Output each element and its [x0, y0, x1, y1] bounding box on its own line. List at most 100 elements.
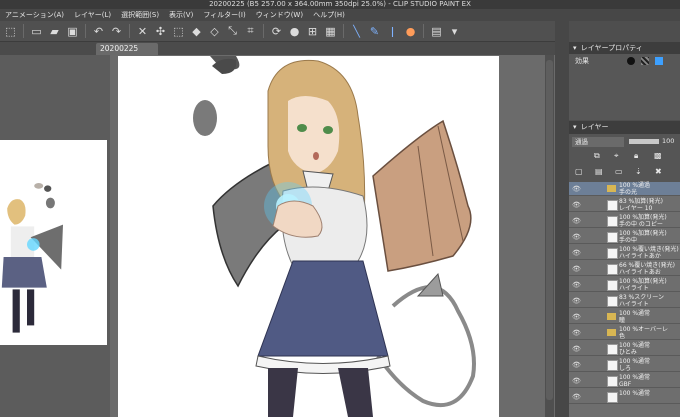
layer-folder[interactable]: 👁︎ 100 %通過 手の光: [569, 182, 680, 196]
opacity-value[interactable]: 100: [662, 137, 674, 145]
transform-icon[interactable]: ⤡: [225, 24, 240, 39]
fill-icon[interactable]: ◆: [189, 24, 204, 39]
layer-row[interactable]: 👁︎ 83 %スクリーン ハイライト: [569, 294, 680, 308]
divider: [129, 24, 130, 38]
layer-row[interactable]: 👁︎ 100 %覆い焼き(発光) ハイライトあか: [569, 246, 680, 260]
layer-folder[interactable]: 👁︎ 100 %通常 瞳: [569, 310, 680, 324]
eye-icon[interactable]: 👁︎: [572, 249, 581, 257]
border-icon[interactable]: ◇: [207, 24, 222, 39]
layer-row[interactable]: 👁︎ 100 %加算(発光) 手の中 のコピー: [569, 214, 680, 228]
layer-name: 83 %加算(発光) レイヤー 10: [619, 198, 663, 212]
eye-icon[interactable]: 👁︎: [572, 329, 581, 337]
window-title: 20200225 (B5 257.00 x 364.00mm 350dpi 25…: [0, 0, 680, 9]
eye-icon[interactable]: 👁︎: [572, 345, 581, 353]
layer-row[interactable]: 👁︎ 100 %加算(発光) 手の中: [569, 230, 680, 244]
eye-icon[interactable]: 👁︎: [572, 377, 581, 385]
eye-icon[interactable]: 👁︎: [572, 281, 581, 289]
new-file-icon[interactable]: ▭: [29, 24, 44, 39]
chevron-down-icon[interactable]: ▾: [447, 24, 462, 39]
eye-icon[interactable]: 👁︎: [572, 233, 581, 241]
crop-icon[interactable]: ⬚: [171, 24, 186, 39]
layer-row[interactable]: 👁︎ 100 %加算(発光) ハイライト: [569, 278, 680, 292]
layer-controls: 通過 100 ⧉ ⌖ 🔒︎ ▩ ▢ ▤ ▭ ⇣ ✖: [569, 134, 680, 182]
layer-name: 100 %オーバーレ 色: [619, 326, 669, 340]
clear-icon[interactable]: ✕: [135, 24, 150, 39]
new-vector-layer-icon[interactable]: ▤: [595, 167, 603, 176]
layer-name: 100 %通常: [619, 390, 651, 397]
layer-name: 100 %通常 瞳: [619, 310, 651, 324]
save-icon[interactable]: ▣: [65, 24, 80, 39]
border-effect-icon[interactable]: [627, 57, 635, 65]
layer-folder[interactable]: 👁︎ 100 %オーバーレ 色: [569, 326, 680, 340]
layer-row[interactable]: 👁︎ 83 %加算(発光) レイヤー 10: [569, 198, 680, 212]
select-all-icon[interactable]: ✣: [153, 24, 168, 39]
menu-layer[interactable]: レイヤー(L): [69, 10, 116, 20]
canvas[interactable]: [118, 56, 499, 417]
grid-icon[interactable]: ▦: [323, 24, 338, 39]
eye-icon[interactable]: 👁︎: [572, 265, 581, 273]
menu-filter[interactable]: フィルター(I): [198, 10, 250, 20]
eye-icon[interactable]: 👁︎: [572, 393, 581, 401]
new-folder-icon[interactable]: ▭: [615, 167, 623, 176]
layer-properties-header[interactable]: ▾ レイヤープロパティ: [569, 42, 680, 54]
delete-layer-icon[interactable]: ✖: [655, 167, 662, 176]
eye-icon[interactable]: 👁︎: [572, 361, 581, 369]
layer-row[interactable]: 👁︎ 100 %通常 GBF: [569, 374, 680, 388]
menu-bar: アニメーション(A) レイヤー(L) 選択範囲(S) 表示(V) フィルター(I…: [0, 9, 680, 21]
document-tab[interactable]: 20200225: [96, 43, 158, 55]
layer-thumbnail: [607, 248, 618, 259]
eye-icon[interactable]: 👁︎: [572, 185, 581, 193]
layer-name: 100 %加算(発光) ハイライト: [619, 278, 667, 292]
layer-name: 100 %通常 ひとみ: [619, 342, 651, 356]
navigator-preview[interactable]: [0, 140, 107, 345]
menu-view[interactable]: 表示(V): [164, 10, 198, 20]
layer-color-icon[interactable]: [655, 57, 663, 65]
layer-panel-header[interactable]: ▾ レイヤー: [569, 121, 680, 134]
merge-icon[interactable]: ⇣: [635, 167, 642, 176]
color-icon[interactable]: ●: [403, 24, 418, 39]
menu-selection[interactable]: 選択範囲(S): [116, 10, 164, 20]
undo-icon[interactable]: ↶: [91, 24, 106, 39]
menu-animation[interactable]: アニメーション(A): [0, 10, 69, 20]
folder-icon: [607, 313, 616, 320]
rotate-icon[interactable]: ⟳: [269, 24, 284, 39]
eye-icon[interactable]: 👁︎: [572, 201, 581, 209]
layer-thumbnail: [607, 376, 618, 387]
opacity-slider[interactable]: [629, 139, 659, 144]
menu-window[interactable]: ウィンドウ(W): [251, 10, 308, 20]
blend-mode-select[interactable]: 通過: [572, 137, 624, 147]
layer-row[interactable]: 👁︎ 100 %通常 しろ: [569, 358, 680, 372]
new-layer-icon[interactable]: ▢: [575, 167, 583, 176]
layer-name: 66 %覆い焼き(発光) ハイライトあお: [619, 262, 675, 276]
layer-row[interactable]: 👁︎ 100 %通常: [569, 390, 680, 404]
eye-icon[interactable]: 👁︎: [572, 217, 581, 225]
layer-properties-title: レイヤープロパティ: [580, 44, 643, 52]
canvas-scrollbar-thumb[interactable]: [546, 60, 553, 400]
transparency-lock-icon[interactable]: ▩: [654, 151, 662, 160]
eye-icon[interactable]: 👁︎: [572, 297, 581, 305]
layer-row[interactable]: 👁︎ 100 %通常 ひとみ: [569, 342, 680, 356]
lock-icon[interactable]: 🔒︎: [634, 151, 638, 161]
chevron-down-icon: ▾: [573, 123, 577, 131]
snap-icon[interactable]: ⊞: [305, 24, 320, 39]
workspace-icon[interactable]: ▤: [429, 24, 444, 39]
command-bar: ⬚ ▭ ▰ ▣ ↶ ↷ ✕ ✣ ⬚ ◆ ◇ ⤡ ⌗ ⟳ ● ⊞ ▦ ╲ ✎ ǀ …: [0, 21, 568, 42]
open-folder-icon[interactable]: ▰: [47, 24, 62, 39]
app-icon[interactable]: ⬚: [3, 24, 18, 39]
folder-icon: [607, 185, 616, 192]
divider: [263, 24, 264, 38]
redo-icon[interactable]: ↷: [109, 24, 124, 39]
clip-icon[interactable]: ⧉: [594, 151, 600, 161]
tone-effect-icon[interactable]: [641, 57, 649, 65]
folder-icon: [607, 329, 616, 336]
circle-icon[interactable]: ●: [287, 24, 302, 39]
menu-help[interactable]: ヘルプ(H): [308, 10, 350, 20]
layer-name: 100 %加算(発光) 手の中 のコピー: [619, 214, 667, 228]
eye-icon[interactable]: 👁︎: [572, 313, 581, 321]
brush-icon[interactable]: ǀ: [385, 24, 400, 39]
reference-icon[interactable]: ⌖: [614, 151, 619, 161]
ruler-icon[interactable]: ╲: [349, 24, 364, 39]
layer-row[interactable]: 👁︎ 66 %覆い焼き(発光) ハイライトあお: [569, 262, 680, 276]
pen-icon[interactable]: ✎: [367, 24, 382, 39]
scale-icon[interactable]: ⌗: [243, 24, 258, 39]
